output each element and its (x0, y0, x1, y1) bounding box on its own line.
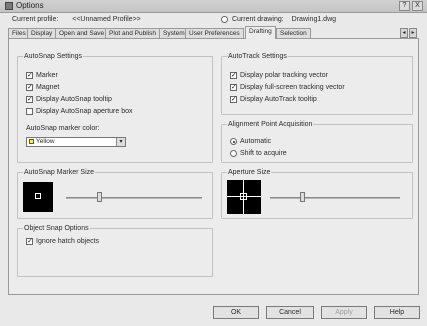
drafting-panel: AutoSnap Settings ✓ Marker ✓ Magnet ✓ Displ… (8, 38, 419, 295)
cancel-button[interactable]: Cancel (266, 306, 314, 319)
autotrack-tooltip-label: Display AutoTrack tooltip (240, 96, 317, 104)
help-button[interactable]: Help (374, 306, 420, 319)
tab-plot-and-publish[interactable]: Plot and Publish (105, 28, 160, 38)
marker-color-value: Yellow (36, 138, 55, 145)
aperture-box-checkbox[interactable] (26, 108, 33, 115)
title-bar: Options ? X (0, 0, 427, 13)
magnet-label: Magnet (36, 84, 60, 92)
full-screen-tracking-checkbox[interactable]: ✓ (230, 84, 237, 91)
current-drawing-icon (221, 16, 228, 23)
apply-button[interactable]: Apply (321, 306, 367, 319)
automatic-radio[interactable] (230, 138, 237, 145)
ok-button[interactable]: OK (213, 306, 259, 319)
aperture-size-preview (227, 180, 261, 214)
color-swatch (29, 138, 34, 144)
object-snap-group: Object Snap Options ✓ Ignore hatch object… (17, 225, 213, 277)
alignment-point-group: Alignment Point Acquisition Automatic Sh… (221, 121, 413, 163)
magnet-checkbox[interactable]: ✓ (26, 84, 33, 91)
full-screen-tracking-label: Display full-screen tracking vector (240, 84, 345, 92)
marker-option[interactable]: ✓ Marker (26, 72, 58, 79)
autotrack-tooltip-checkbox[interactable]: ✓ (230, 96, 237, 103)
alignment-point-legend: Alignment Point Acquisition (228, 121, 313, 128)
aperture-size-group: Aperture Size (221, 169, 413, 219)
ignore-hatch-option[interactable]: ✓ Ignore hatch objects (26, 238, 99, 245)
marker-size-group: AutoSnap Marker Size (17, 169, 213, 219)
marker-preview-icon (35, 193, 41, 199)
ignore-hatch-checkbox[interactable]: ✓ (26, 238, 33, 245)
marker-checkbox[interactable]: ✓ (26, 72, 33, 79)
close-button[interactable]: X (412, 1, 423, 11)
marker-size-preview (23, 182, 53, 212)
autosnap-tooltip-label: Display AutoSnap tooltip (36, 96, 112, 104)
autotrack-settings-group: AutoTrack Settings ✓ Display polar tracki… (221, 53, 413, 115)
shift-to-acquire-option[interactable]: Shift to acquire (230, 150, 287, 157)
tab-display[interactable]: Display (27, 28, 57, 38)
shift-to-acquire-radio[interactable] (230, 150, 237, 157)
tab-scroll-right-icon[interactable]: ▸ (409, 28, 417, 38)
marker-size-legend: AutoSnap Marker Size (24, 169, 95, 176)
chevron-down-icon[interactable]: ▾ (116, 138, 125, 146)
current-profile-value: <<Unnamed Profile>> (72, 16, 141, 23)
tab-open-and-save[interactable]: Open and Save (55, 28, 109, 38)
aperture-box-label: Display AutoSnap aperture box (36, 108, 133, 116)
aperture-preview-icon (240, 193, 247, 200)
autosnap-tooltip-checkbox[interactable]: ✓ (26, 96, 33, 103)
autosnap-settings-legend: AutoSnap Settings (24, 53, 82, 60)
tab-user-preferences[interactable]: User Preferences (185, 28, 244, 38)
autosnap-settings-group: AutoSnap Settings ✓ Marker ✓ Magnet ✓ Displ… (17, 53, 213, 163)
tab-selection[interactable]: Selection (276, 28, 311, 38)
marker-color-select[interactable]: Yellow ▾ (26, 137, 126, 147)
marker-size-slider-track[interactable] (66, 197, 202, 199)
ignore-hatch-label: Ignore hatch objects (36, 238, 100, 246)
current-drawing-label: Current drawing: (231, 16, 284, 24)
automatic-option[interactable]: Automatic (230, 138, 271, 145)
aperture-size-slider-thumb[interactable] (299, 192, 305, 202)
tab-drafting[interactable]: Drafting (245, 26, 276, 39)
autosnap-tooltip-option[interactable]: ✓ Display AutoSnap tooltip (26, 96, 112, 103)
current-drawing-value: Drawing1.dwg (291, 16, 337, 24)
autotrack-tooltip-option[interactable]: ✓ Display AutoTrack tooltip (230, 96, 317, 103)
autotrack-settings-legend: AutoTrack Settings (228, 53, 287, 60)
marker-label: Marker (36, 72, 58, 80)
object-snap-legend: Object Snap Options (24, 225, 89, 232)
magnet-option[interactable]: ✓ Magnet (26, 84, 59, 91)
polar-tracking-label: Display polar tracking vector (240, 72, 328, 80)
current-profile-label: Current profile: (12, 16, 59, 23)
window-title: Options (16, 1, 44, 10)
aperture-size-slider-track[interactable] (270, 197, 400, 199)
aperture-size-legend: Aperture Size (228, 169, 271, 176)
automatic-label: Automatic (240, 138, 272, 146)
shift-to-acquire-label: Shift to acquire (240, 150, 287, 158)
app-icon (5, 2, 13, 10)
aperture-box-option[interactable]: Display AutoSnap aperture box (26, 108, 133, 115)
polar-tracking-option[interactable]: ✓ Display polar tracking vector (230, 72, 328, 79)
polar-tracking-checkbox[interactable]: ✓ (230, 72, 237, 79)
current-profile: Current profile: <<Unnamed Profile>> (12, 16, 141, 23)
full-screen-tracking-option[interactable]: ✓ Display full-screen tracking vector (230, 84, 345, 91)
help-title-button[interactable]: ? (399, 1, 410, 11)
current-drawing: Current drawing: Drawing1.dwg (221, 16, 336, 23)
marker-color-label: AutoSnap marker color: (26, 125, 100, 132)
marker-size-slider-thumb[interactable] (97, 192, 102, 202)
tab-scroll-left-icon[interactable]: ◂ (400, 28, 408, 38)
